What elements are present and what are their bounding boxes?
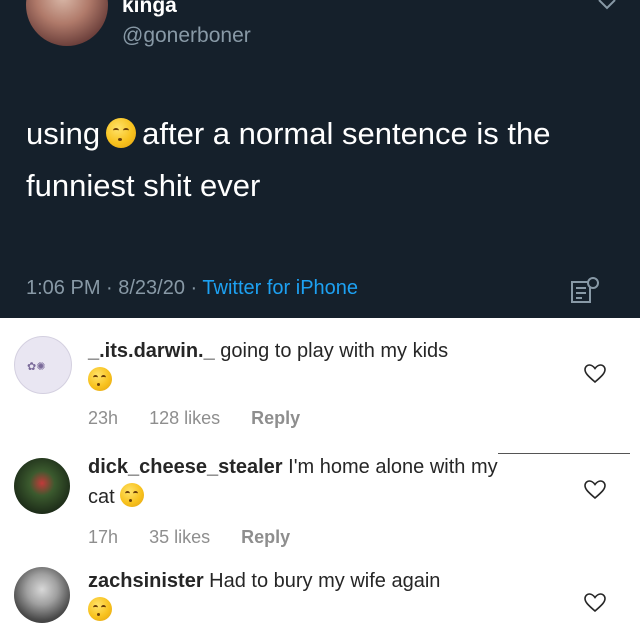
chevron-down-icon[interactable] — [596, 0, 618, 12]
tweet-meta: 1:06 PM · 8/23/20 · Twitter for iPhone — [26, 277, 358, 300]
comment-likes[interactable]: 128 likes — [149, 408, 220, 428]
tweet-source-link[interactable]: Twitter for iPhone — [202, 277, 358, 299]
tweet-card: kinga @gonerboner using after a normal se… — [0, 0, 640, 318]
comment-body: Had to bury my wife again — [209, 570, 441, 592]
comment-username[interactable]: dick_cheese_stealer — [88, 456, 283, 478]
smirking-face-emoji-icon — [88, 597, 112, 621]
heart-icon[interactable] — [584, 593, 606, 613]
analytics-icon[interactable] — [570, 276, 600, 304]
comment-text: dick_cheese_stealer I'm home alone with … — [88, 452, 518, 512]
smirking-face-emoji-icon — [106, 118, 137, 148]
tweet-text-after: after a normal sentence is the funniest … — [26, 116, 551, 203]
heart-icon[interactable] — [584, 480, 606, 500]
user-handle[interactable]: @gonerboner — [122, 24, 251, 48]
sticker-icon: ✿✺ — [27, 361, 45, 373]
heart-icon[interactable] — [584, 364, 606, 384]
commenter-avatar[interactable] — [14, 458, 70, 514]
comment-meta: 17h 35 likes Reply — [88, 527, 316, 548]
comment-age: 17h — [88, 527, 119, 547]
tweet-timestamp[interactable]: 1:06 PM · 8/23/20 · — [26, 277, 202, 299]
smirking-face-emoji-icon — [88, 367, 112, 391]
tweet-text: using after a normal sentence is the funn… — [26, 108, 616, 212]
comment-username[interactable]: _.its.darwin._ — [88, 340, 215, 362]
comment-username[interactable]: zachsinister — [88, 570, 204, 592]
reply-button[interactable]: Reply — [251, 408, 300, 428]
comment-text: zachsinister Had to bury my wife again — [88, 566, 518, 626]
commenter-avatar[interactable] — [14, 567, 70, 623]
comment-text: _.its.darwin._ going to play with my kid… — [88, 336, 518, 396]
comment-age: 23h — [88, 408, 119, 428]
comment-likes[interactable]: 35 likes — [149, 527, 210, 547]
reply-button[interactable]: Reply — [241, 527, 290, 547]
commenter-avatar[interactable]: ✿✺ — [14, 336, 72, 394]
comment-body: going to play with my kids — [220, 340, 449, 362]
display-name[interactable]: kinga — [122, 0, 177, 18]
smirking-face-emoji-icon — [120, 483, 145, 507]
svg-text:✿✺: ✿✺ — [27, 361, 45, 373]
profile-avatar[interactable] — [26, 0, 108, 46]
tweet-text-before: using — [26, 116, 101, 151]
comment-meta: 23h 128 likes Reply — [88, 408, 326, 429]
